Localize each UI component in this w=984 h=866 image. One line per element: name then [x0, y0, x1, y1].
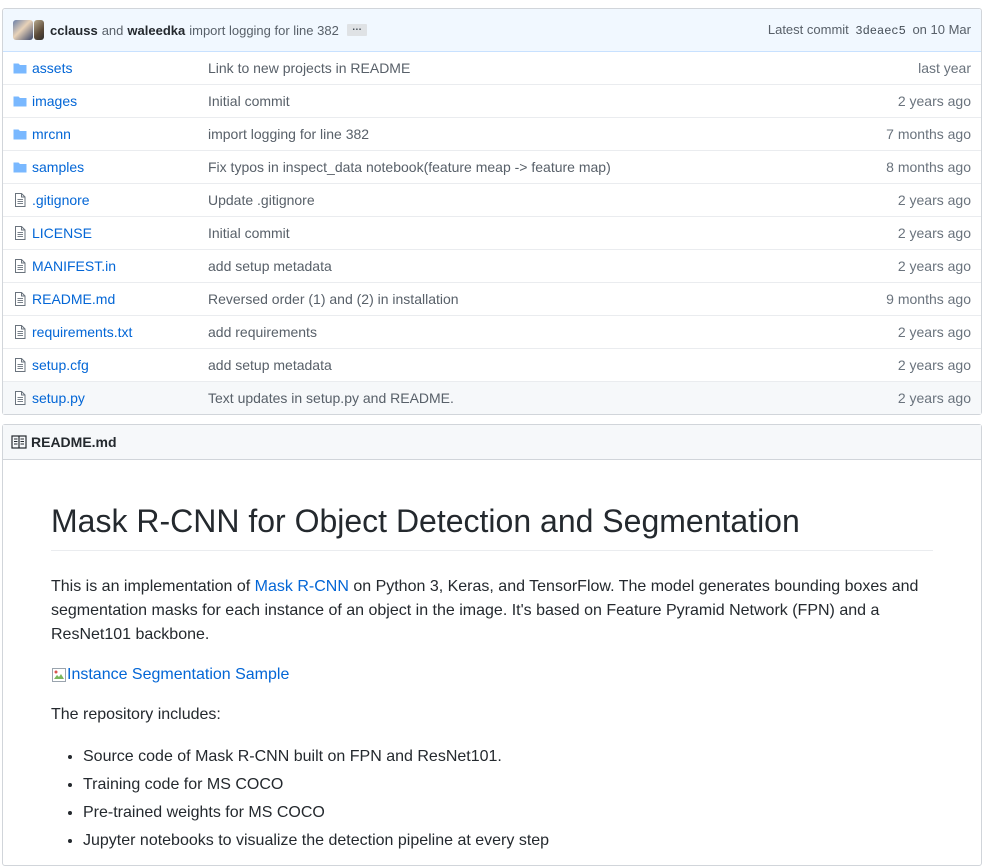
commit-sha-link[interactable]: 3deaec5	[855, 24, 905, 38]
readme-header-title: README.md	[31, 434, 117, 450]
folder-icon	[13, 94, 27, 108]
file-row[interactable]: MANIFEST.in add setup metadata 2 years ago	[3, 249, 981, 282]
file-commit-message-link[interactable]: Update .gitignore	[208, 192, 315, 208]
file-commit-age: last year	[918, 60, 971, 76]
file-commit-message-link[interactable]: add requirements	[208, 324, 317, 340]
folder-icon	[13, 127, 27, 141]
file-row[interactable]: setup.cfg add setup metadata 2 years ago	[3, 348, 981, 381]
file-row[interactable]: assets Link to new projects in README last…	[3, 52, 981, 84]
sample-image-alt: Instance Segmentation Sample	[67, 666, 290, 683]
commit-date: on 10 Mar	[912, 22, 971, 37]
file-commit-age: 2 years ago	[897, 258, 971, 274]
readme-intro: This is an implementation of Mask R-CNN …	[51, 575, 933, 647]
file-name-link[interactable]: LICENSE	[32, 225, 92, 241]
file-commit-message-link[interactable]: Initial commit	[208, 93, 290, 109]
file-row[interactable]: LICENSE Initial commit 2 years ago	[3, 216, 981, 249]
file-name-link[interactable]: README.md	[32, 291, 115, 307]
file-icon	[13, 193, 27, 207]
file-name-link[interactable]: assets	[32, 60, 72, 76]
intro-text-pre: This is an implementation of	[51, 578, 255, 595]
file-commit-age: 2 years ago	[897, 324, 971, 340]
file-icon	[13, 259, 27, 273]
file-icon	[13, 358, 27, 372]
file-commit-age: 9 months ago	[886, 291, 971, 307]
file-row[interactable]: requirements.txt add requirements 2 years …	[3, 315, 981, 348]
book-icon	[11, 435, 27, 449]
file-name-link[interactable]: setup.py	[32, 390, 85, 406]
commit-avatars[interactable]	[13, 20, 44, 40]
file-row[interactable]: .gitignore Update .gitignore 2 years ago	[3, 183, 981, 216]
file-row[interactable]: samples Fix typos in inspect_data noteboo…	[3, 150, 981, 183]
readme-article: Mask R-CNN for Object Detection and Segm…	[51, 501, 933, 855]
readme-panel: README.md Mask R-CNN for Object Detectio…	[2, 424, 982, 866]
file-icon	[13, 391, 27, 405]
file-browser: cclauss and waleedka import logging for …	[2, 8, 982, 415]
commit-coauthor-link[interactable]: waleedka	[127, 23, 185, 38]
latest-commit-bar: cclauss and waleedka import logging for …	[3, 9, 981, 52]
file-commit-message-link[interactable]: Text updates in setup.py and README.	[208, 390, 454, 406]
file-name-link[interactable]: requirements.txt	[32, 324, 132, 340]
file-commit-age: 8 months ago	[886, 159, 971, 175]
features-list: Source code of Mask R-CNN built on FPN a…	[51, 743, 933, 855]
commit-message-link[interactable]: import logging for line 382	[189, 23, 339, 38]
file-name-link[interactable]: MANIFEST.in	[32, 258, 116, 274]
readme-title: Mask R-CNN for Object Detection and Segm…	[51, 501, 933, 551]
sample-image-link[interactable]: Instance Segmentation Sample	[51, 663, 933, 687]
file-commit-message-link[interactable]: Initial commit	[208, 225, 290, 241]
list-item: Training code for MS COCO	[83, 771, 933, 799]
file-row[interactable]: mrcnn import logging for line 382 7 months…	[3, 117, 981, 150]
file-commit-message-link[interactable]: Fix typos in inspect_data notebook(featu…	[208, 159, 611, 175]
file-commit-age: 2 years ago	[897, 93, 971, 109]
file-commit-message-link[interactable]: Link to new projects in README	[208, 60, 410, 76]
file-row[interactable]: README.md Reversed order (1) and (2) in i…	[3, 282, 981, 315]
file-icon	[13, 292, 27, 306]
file-icon	[13, 226, 27, 240]
folder-icon	[13, 160, 27, 174]
avatar[interactable]	[13, 20, 33, 40]
commit-expand-button[interactable]: …	[346, 23, 367, 36]
avatar[interactable]	[34, 20, 44, 40]
file-name-link[interactable]: images	[32, 93, 77, 109]
file-commit-age: 2 years ago	[897, 225, 971, 241]
mask-rcnn-link[interactable]: Mask R-CNN	[255, 578, 349, 595]
file-name-link[interactable]: .gitignore	[32, 192, 90, 208]
file-commit-message-link[interactable]: Reversed order (1) and (2) in installati…	[208, 291, 459, 307]
broken-image-icon	[52, 668, 66, 682]
list-item: Pre-trained weights for MS COCO	[83, 799, 933, 827]
file-commit-age: 2 years ago	[897, 192, 971, 208]
commit-meta: Latest commit 3deaec5 on 10 Mar	[768, 22, 971, 38]
file-name-link[interactable]: samples	[32, 159, 84, 175]
commit-author-link[interactable]: cclauss	[50, 23, 98, 38]
file-name-link[interactable]: setup.cfg	[32, 357, 89, 373]
file-commit-age: 2 years ago	[897, 357, 971, 373]
readme-header: README.md	[3, 425, 981, 460]
file-list: assets Link to new projects in README last…	[3, 52, 981, 414]
commit-and-text: and	[101, 22, 124, 38]
file-commit-message-link[interactable]: add setup metadata	[208, 258, 332, 274]
file-commit-age: 2 years ago	[897, 390, 971, 406]
list-item: Source code of Mask R-CNN built on FPN a…	[83, 743, 933, 771]
file-name-link[interactable]: mrcnn	[32, 126, 71, 142]
file-commit-message-link[interactable]: add setup metadata	[208, 357, 332, 373]
file-commit-age: 7 months ago	[886, 126, 971, 142]
file-commit-message-link[interactable]: import logging for line 382	[208, 126, 369, 142]
folder-icon	[13, 61, 27, 75]
latest-commit-label: Latest commit	[767, 22, 849, 37]
file-row[interactable]: setup.py Text updates in setup.py and REA…	[3, 381, 981, 414]
file-icon	[13, 325, 27, 339]
list-item: Jupyter notebooks to visualize the detec…	[83, 827, 933, 855]
file-row[interactable]: images Initial commit 2 years ago	[3, 84, 981, 117]
includes-label: The repository includes:	[51, 706, 221, 723]
